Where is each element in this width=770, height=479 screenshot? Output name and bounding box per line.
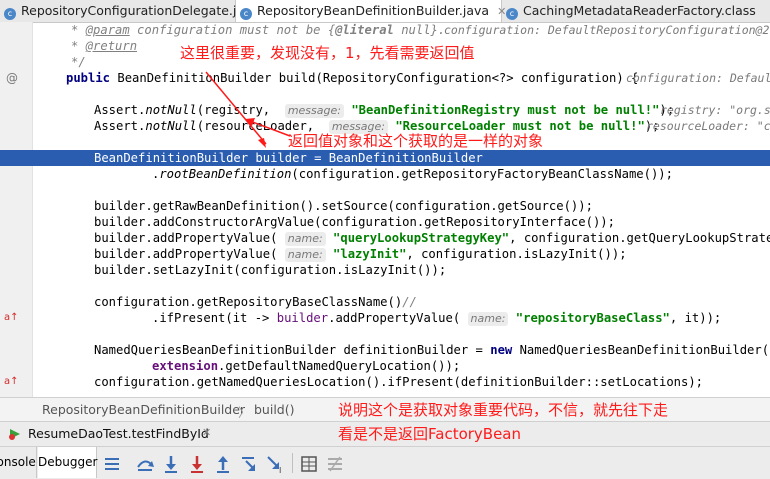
breadcrumb-class[interactable]: RepositoryBeanDefinitionBuilder bbox=[42, 402, 245, 417]
annotation-text-3-line1: 说明这个是获取对象重要代码，不信，就先往下走 bbox=[338, 401, 669, 419]
breadcrumb-method[interactable]: build() bbox=[254, 402, 295, 417]
close-icon[interactable]: ✕ bbox=[202, 426, 211, 439]
annotation-text-3: 说明这个是获取对象重要代码，不信，就先往下走 看是不是返回FactoryBean bbox=[338, 398, 668, 446]
annotation-arrow-1-head bbox=[258, 138, 266, 148]
step-over-icon[interactable] bbox=[134, 453, 156, 475]
breadcrumb-separator: 〉 bbox=[238, 405, 251, 420]
svg-text:I: I bbox=[279, 466, 281, 475]
run-config-icon bbox=[8, 427, 22, 441]
tab-debugger[interactable]: Debugger bbox=[38, 447, 97, 478]
trace-icon[interactable] bbox=[324, 453, 346, 475]
toolbar-divider bbox=[292, 453, 293, 473]
annotation-text-3-line2: 看是不是返回FactoryBean bbox=[338, 425, 522, 443]
annotation-text-2: 返回值对象和这个获取的是一样的对象 bbox=[288, 132, 544, 150]
drop-frame-icon[interactable] bbox=[238, 453, 260, 475]
step-into-icon[interactable] bbox=[160, 453, 182, 475]
run-to-cursor-icon[interactable]: I bbox=[264, 453, 286, 475]
debugger-toolbar: Console Debugger I bbox=[0, 446, 770, 479]
tab-console[interactable]: Console bbox=[0, 447, 37, 478]
annotation-text-1: 这里很重要，发现没有，1，先看需要返回值 bbox=[180, 44, 475, 62]
force-step-into-icon[interactable] bbox=[186, 453, 208, 475]
step-out-icon[interactable] bbox=[212, 453, 234, 475]
annotation-arrow-2 bbox=[249, 120, 291, 137]
evaluate-expression-icon[interactable] bbox=[298, 453, 320, 475]
annotation-arrow-1 bbox=[205, 71, 267, 145]
layout-icon[interactable] bbox=[101, 453, 123, 475]
run-config-label[interactable]: ResumeDaoTest.testFindById bbox=[28, 426, 209, 441]
